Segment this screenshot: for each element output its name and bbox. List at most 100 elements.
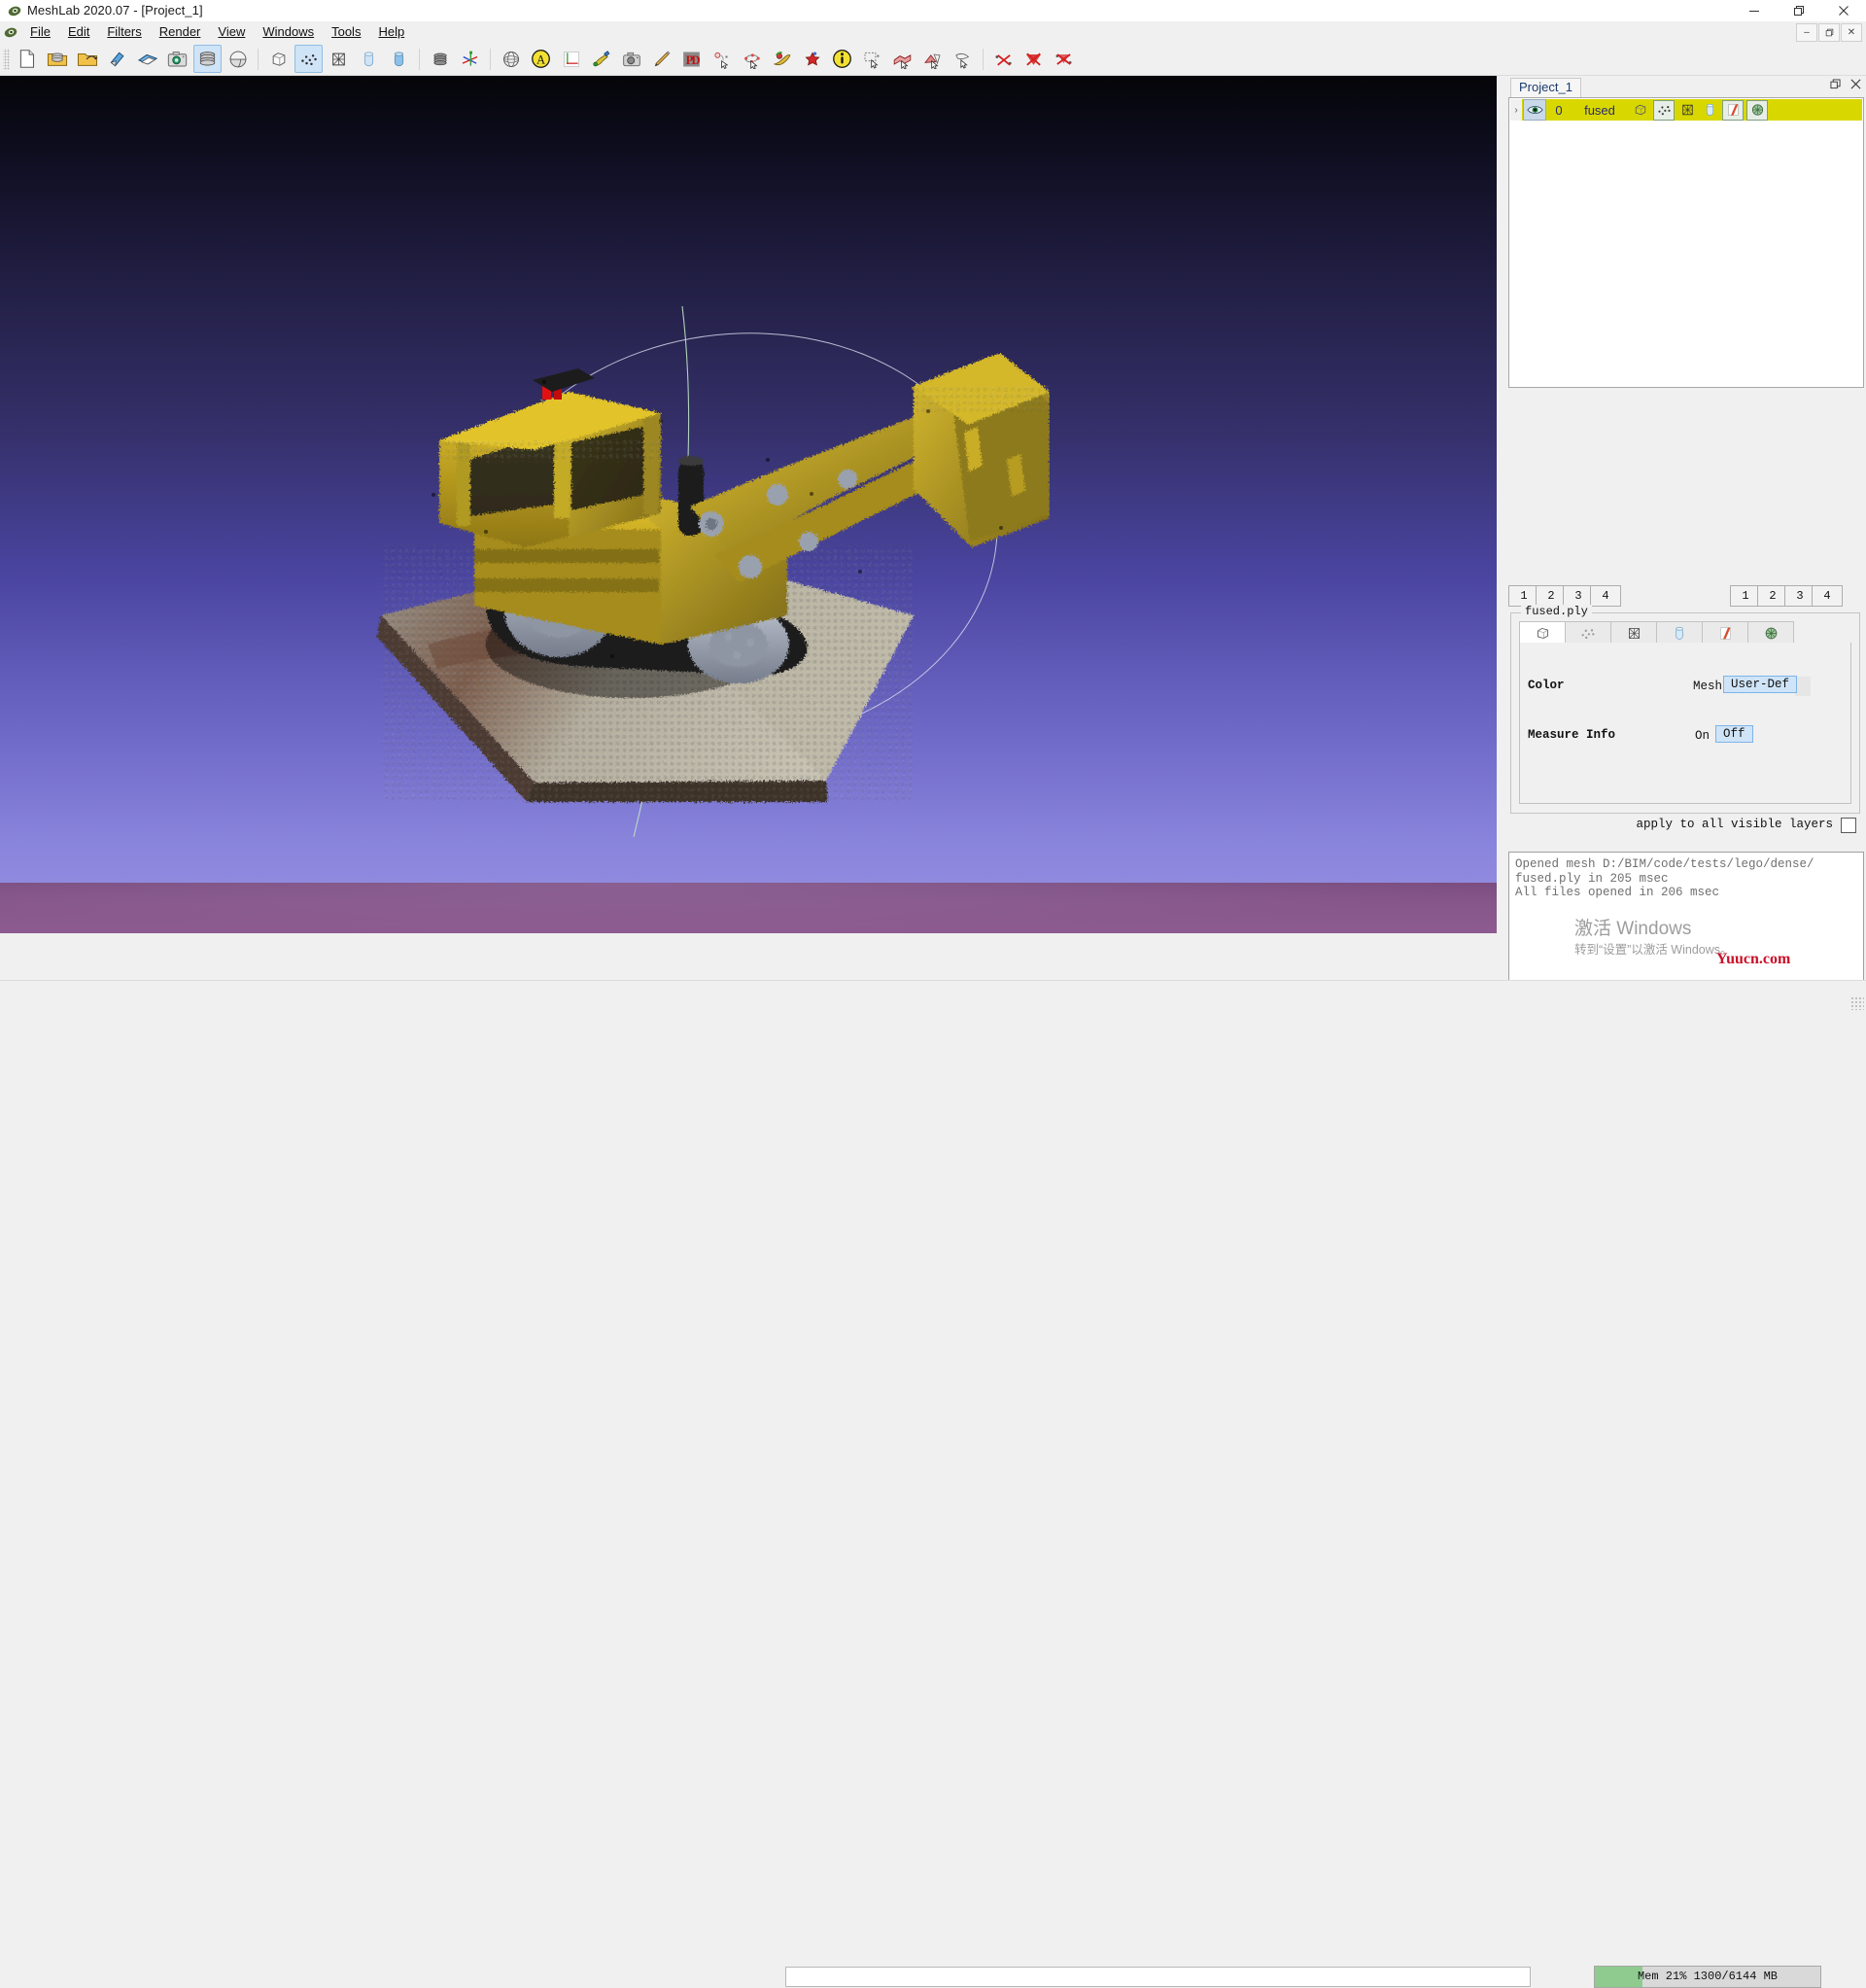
toolbar-grip[interactable] [3,48,10,70]
align-star-icon[interactable] [798,45,826,73]
layer-dialog-icon[interactable] [193,45,222,73]
eye-icon[interactable] [1523,99,1546,121]
minimize-button[interactable] [1732,0,1777,21]
property-label-color: Color [1528,679,1565,692]
float-window-icon[interactable] [1830,79,1841,92]
menu-windows[interactable]: Windows [254,22,323,42]
dock-splitter[interactable] [1498,76,1503,980]
sub-minimize-button[interactable]: – [1796,23,1817,42]
point-select-icon[interactable] [708,45,736,73]
smooth-shading-icon[interactable] [385,45,413,73]
point-cloud-model[interactable] [369,324,1050,926]
select-connected-icon[interactable] [918,45,947,73]
menu-help[interactable]: Help [369,22,413,42]
menu-edit[interactable]: Edit [59,22,98,42]
property-label-measure-info: Measure Info [1528,728,1616,742]
camera-icon[interactable] [617,45,645,73]
delete-faces-icon[interactable] [1019,45,1048,73]
dock-title-label[interactable]: Project_1 [1510,78,1581,99]
property-row-color: Color Mesh User-Def [1520,676,1850,699]
menu-filters-label: Filters [107,24,142,39]
color-option-userdef[interactable]: User-Def [1723,676,1798,693]
3d-viewport[interactable]: FOV: 60 FPS: 156.3 BO_RENDERING Mesh: fu… [0,76,1497,933]
close-icon[interactable] [1850,79,1861,92]
sub-restore-button[interactable] [1818,23,1840,42]
open-project-icon[interactable] [73,45,101,73]
snapshot-icon[interactable] [163,45,191,73]
pdf-export-icon[interactable]: P D [677,45,706,73]
color-swatch[interactable] [1795,677,1811,696]
close-button[interactable] [1821,0,1866,21]
render-mode-tabs [1519,621,1794,645]
wireframe-icon[interactable] [1677,101,1697,120]
apply-to-all-label: apply to all visible layers [1636,818,1833,831]
maximize-button[interactable] [1777,0,1821,21]
meshlab-icon [8,4,21,17]
resize-grip[interactable] [1850,996,1864,1010]
menu-windows-label: Windows [262,24,315,39]
paint-brush-icon[interactable] [587,45,615,73]
menu-file[interactable]: File [21,22,59,42]
split-button-4[interactable]: 4 [1590,585,1621,607]
sub-close-button[interactable]: ✕ [1841,23,1862,42]
cursor-select-icon[interactable] [949,45,977,73]
menu-filters[interactable]: Filters [98,22,150,42]
flat-lines-icon[interactable] [1700,101,1719,120]
log-text: Opened mesh D:/BIM/code/tests/lego/dense… [1515,857,1814,899]
layer-row-fused[interactable]: › 0 fused [1510,99,1862,121]
status-message-field [785,1967,1531,1987]
polyline-select-icon[interactable] [738,45,766,73]
menu-bar: File Edit Filters Render View Windows To… [0,21,1866,43]
view-button-4[interactable]: 4 [1812,585,1843,607]
open-mesh-icon[interactable] [43,45,71,73]
expand-arrow-icon[interactable]: › [1510,99,1522,121]
render-parameters-group: fused.ply Color Mesh User-Def Measure In… [1510,605,1860,814]
texture-icon[interactable] [1746,99,1768,121]
quality-mapper-icon[interactable]: A [527,45,555,73]
save-mesh-icon[interactable] [103,45,131,73]
show-trackball-icon[interactable] [224,45,252,73]
apply-to-all-checkbox[interactable] [1841,818,1856,833]
measure-option-on[interactable]: On [1695,729,1710,743]
toolbar-separator [258,48,259,70]
flat-lines-icon[interactable] [355,45,383,73]
texture-paint-icon[interactable] [768,45,796,73]
delete-faces-vertices-icon[interactable] [1050,45,1078,73]
project-dock: Project_1 › 0 fused 1 2 3 4 1 2 3 4 fuse… [1504,76,1866,1005]
mesh-layers-icon[interactable] [426,45,454,73]
new-document-icon[interactable] [13,45,41,73]
meshlab-icon [4,25,17,39]
render-properties-panel: Color Mesh User-Def Measure Info On Off [1519,643,1851,804]
rect-select-icon[interactable] [858,45,886,73]
pencil-icon[interactable] [647,45,675,73]
save-project-icon[interactable] [133,45,161,73]
color-option-mesh[interactable]: Mesh [1693,680,1722,693]
toolbar-separator [490,48,491,70]
smooth-shading-icon[interactable] [1722,99,1744,121]
select-faces-icon[interactable] [888,45,916,73]
sphere-wire-icon[interactable] [497,45,525,73]
bounding-box-icon[interactable] [264,45,293,73]
group-label: fused.ply [1521,605,1592,618]
menu-view-label: View [218,24,246,39]
points-icon[interactable] [294,45,323,73]
meshlab-window: MeshLab 2020.07 - [Project_1] File Edit … [0,0,1866,1988]
wireframe-icon[interactable] [325,45,353,73]
bounding-box-icon[interactable] [1631,101,1650,120]
menu-render[interactable]: Render [151,22,210,42]
apply-to-all-row: apply to all visible layers [1510,817,1858,836]
menu-edit-label: Edit [67,24,90,39]
measure-option-off[interactable]: Off [1715,725,1753,743]
measuring-tool-icon[interactable] [557,45,585,73]
menu-tools[interactable]: Tools [323,22,369,42]
axis-align-icon[interactable] [456,45,484,73]
toolbar-separator [983,48,984,70]
layer-name[interactable]: fused [1572,103,1628,118]
window-title: MeshLab 2020.07 - [Project_1] [27,3,203,17]
menu-view[interactable]: View [209,22,254,42]
points-icon[interactable] [1653,99,1675,121]
status-bar: Mem 21% 1300/6144 MB [0,980,1866,1988]
layer-list[interactable]: › 0 fused [1508,97,1864,388]
info-icon[interactable] [828,45,856,73]
delete-vertices-icon[interactable] [989,45,1018,73]
